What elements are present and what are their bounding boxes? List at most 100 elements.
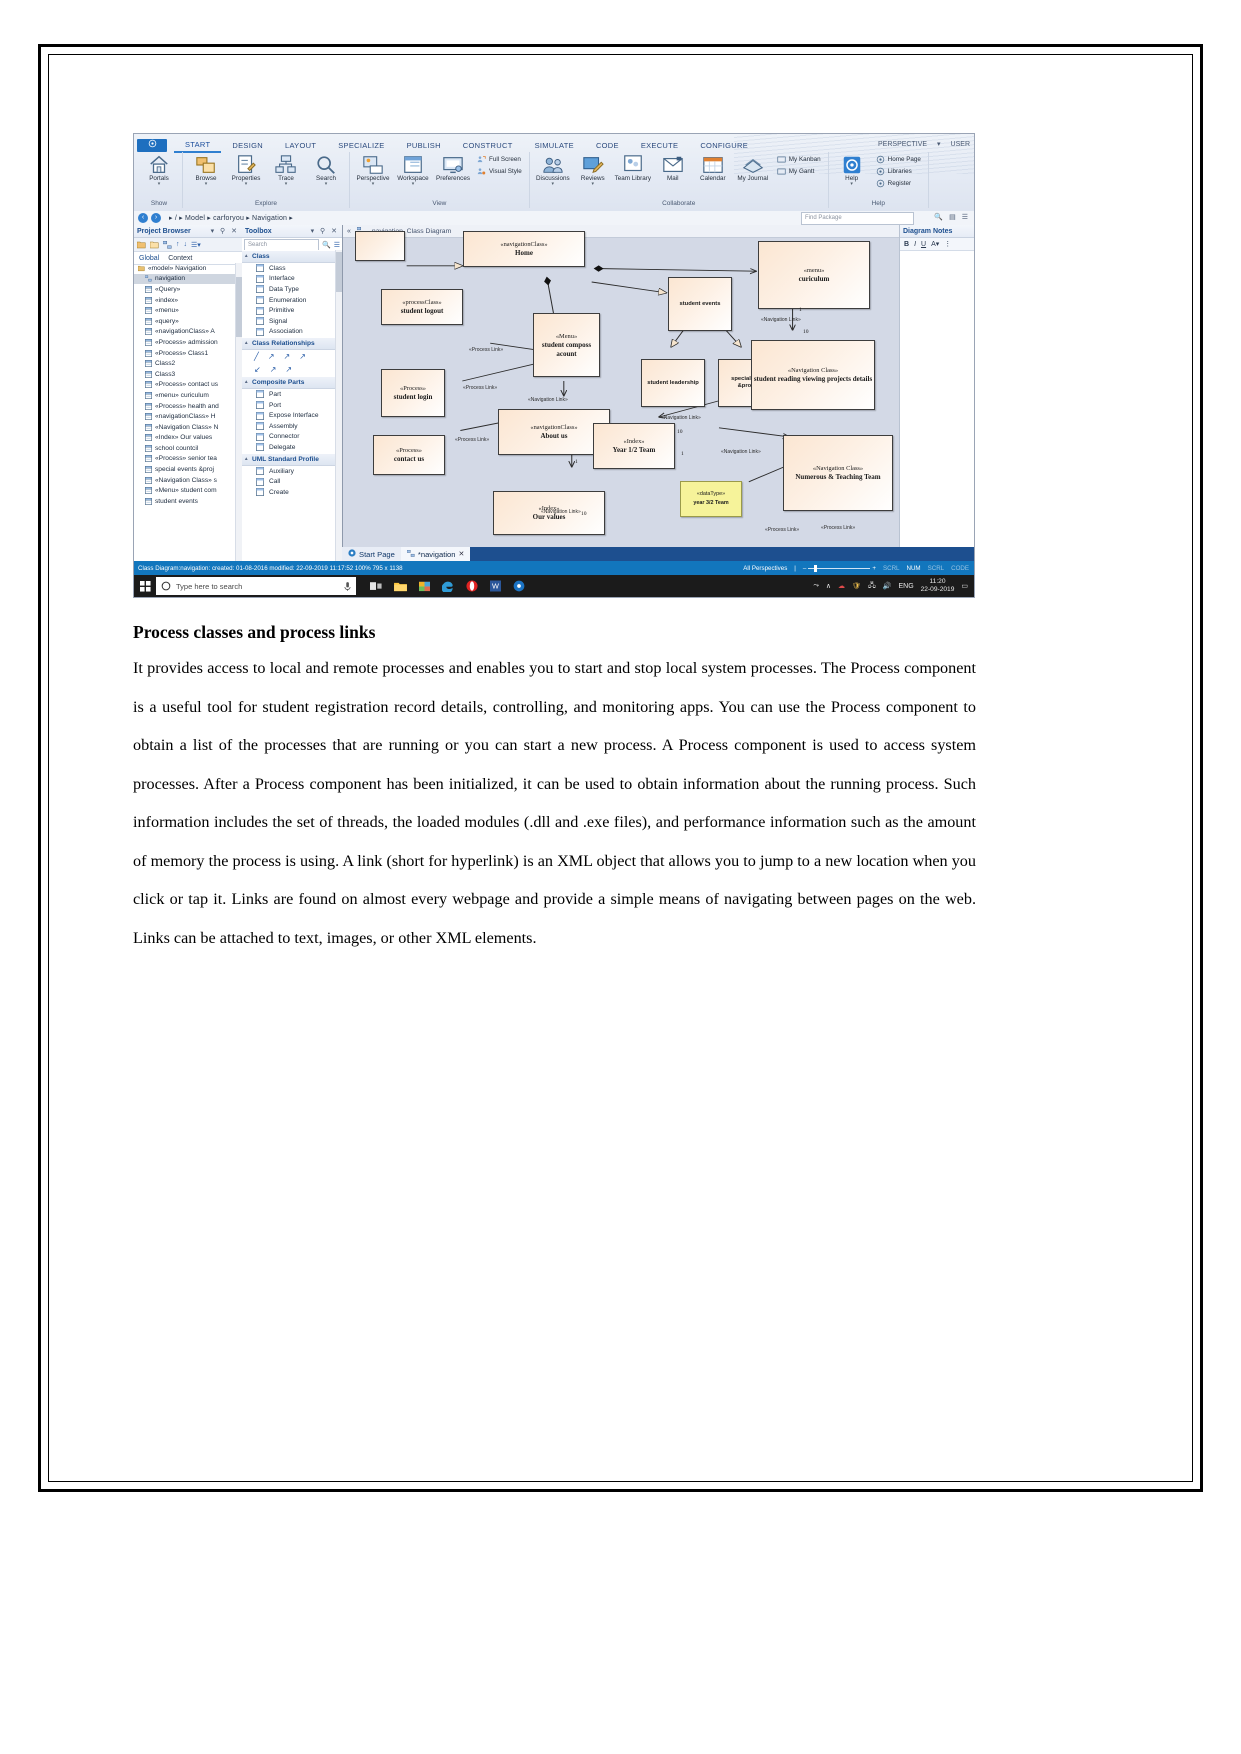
realize-icon[interactable]: ↗ (284, 352, 291, 361)
tree-item[interactable]: «navigationClass» A (134, 327, 242, 338)
chevron-down-icon[interactable]: ▾ (850, 182, 853, 187)
text-color-icon[interactable]: A▾ (931, 240, 939, 248)
ribbon-tab-start[interactable]: START (174, 138, 222, 153)
tree-item[interactable]: navigation (134, 273, 242, 285)
toolbox-scrollbar[interactable] (335, 250, 342, 561)
class-node-student-login[interactable]: «Process» student login (381, 369, 445, 417)
move-up-icon[interactable]: ↑ (176, 241, 180, 248)
ribbon-button-full-screen[interactable]: Full Screen (477, 155, 522, 164)
nesting-icon[interactable]: ↙ (254, 365, 261, 374)
toolbox-item[interactable]: Port (242, 400, 342, 411)
ribbon-button-reviews[interactable]: Reviews ▾ (573, 152, 613, 187)
toolbox-item[interactable]: Expose Interface (242, 410, 342, 421)
data-type-note-year-3-2-team[interactable]: «dataType» year 3/2 Team (680, 481, 742, 517)
ribbon-tab-design[interactable]: DESIGN (221, 139, 274, 152)
taskbar-search-input[interactable]: Type here to search (156, 577, 356, 595)
toolbox-group-header[interactable]: Composite Parts (242, 376, 342, 390)
ribbon-button-my-journal[interactable]: My Journal (733, 152, 773, 182)
nav-back-icon[interactable]: ‹ (138, 213, 148, 223)
toolbox-item[interactable]: Data Type (242, 284, 342, 295)
ribbon-tab-specialize[interactable]: SPECIALIZE (327, 139, 395, 152)
move-down-icon[interactable]: ↓ (184, 241, 188, 248)
tree-item[interactable]: «menu» (134, 305, 242, 316)
breadcrumb[interactable]: ▸ / ▸ Model ▸ carforyou ▸ Navigation ▸ (169, 214, 293, 222)
ribbon-tabs[interactable]: START DESIGN LAYOUT SPECIALIZE PUBLISH CONSTR… (174, 138, 759, 153)
toolbox-search-input[interactable]: Search (244, 238, 319, 251)
share-icon[interactable]: ⤳ (813, 582, 819, 590)
ribbon-button-my-gantt[interactable]: My Gantt (777, 167, 821, 176)
chevron-down-icon[interactable]: ▾ (158, 182, 161, 187)
toolbox-item[interactable]: Interface (242, 274, 342, 285)
antivirus-icon[interactable]: 🛡 (852, 582, 861, 590)
ribbon-button-preferences[interactable]: Preferences (433, 152, 473, 182)
class-node-numerous-teaching-team[interactable]: «Navigation Class» Numerous & Teaching T… (783, 435, 893, 511)
diagram-canvas[interactable]: « navigation. Class Diagram «navigationC… (342, 225, 900, 561)
system-tray[interactable]: ⤳ ∧ ☁ 🛡 🖧 🔊 ENG 11:20 22-09-2019 ▭ (813, 578, 974, 594)
ribbon-button-home-page[interactable]: Home Page (876, 155, 921, 164)
tree-item[interactable]: «Process» admission (134, 337, 242, 348)
perspective-area[interactable]: PERSPECTIVE ▾ USER (878, 140, 970, 149)
chevron-down-icon[interactable]: ▾ (205, 182, 208, 187)
ribbon-tab-simulate[interactable]: SIMULATE (524, 139, 585, 152)
zoom-slider[interactable]: – + (803, 564, 876, 572)
document-tabs[interactable]: Start Page *navigation ✕ (342, 547, 974, 561)
tree-item[interactable]: Class2 (134, 358, 242, 369)
project-tree[interactable]: «model» Navigation navigation «Query» «inde… (134, 263, 242, 561)
chevron-down-icon[interactable]: ▾ (245, 182, 248, 187)
ribbon-tab-configure[interactable]: CONFIGURE (689, 139, 759, 152)
project-browser-toolbar[interactable]: ↑ ↓ ☰▾ (134, 238, 242, 252)
taskbar-clock[interactable]: 11:20 22-09-2019 (921, 578, 955, 594)
more-icon[interactable]: ⋮ (944, 240, 951, 248)
toolbox-item[interactable]: Class (242, 263, 342, 274)
tree-item[interactable]: «index» (134, 295, 242, 306)
ribbon-button-browse[interactable]: Browse ▾ (186, 152, 226, 187)
toolbox-group-header[interactable]: Class Relationships (242, 337, 342, 351)
chevron-down-icon[interactable]: ▾ (592, 182, 595, 187)
ribbon-button-trace[interactable]: Trace ▾ (266, 152, 306, 187)
start-button-icon[interactable] (134, 580, 156, 592)
toolbox-body[interactable]: Class Class Interface Data Type Enumeration P… (242, 250, 342, 561)
ribbon-button-visual-style[interactable]: Visual Style (477, 167, 522, 176)
class-node-curiculum[interactable]: «menu» curiculum (758, 241, 870, 309)
tree-item[interactable]: «model» Navigation (134, 263, 242, 274)
menu-icon[interactable]: ☰ (962, 213, 968, 221)
panel-controls[interactable]: ▾ ⚲ ✕ (211, 227, 239, 235)
taskbar-apps[interactable]: W (370, 580, 525, 592)
ribbon-button-libraries[interactable]: Libraries (876, 167, 921, 176)
toolbox-item[interactable]: Part (242, 389, 342, 400)
ribbon-button-search[interactable]: Search ▾ (306, 152, 346, 187)
ribbon-button-properties[interactable]: Properties ▾ (226, 152, 266, 187)
project-browser-tab-context[interactable]: Context (168, 255, 192, 262)
open-package-icon[interactable] (149, 236, 159, 254)
nav-forward-icon[interactable]: › (151, 213, 161, 223)
collapse-icon[interactable]: « (347, 228, 351, 235)
zoom-track[interactable] (808, 564, 871, 572)
chevron-down-icon[interactable]: ▾ (325, 182, 328, 187)
italic-icon[interactable]: I (914, 241, 916, 248)
toolbox-item[interactable]: Association (242, 327, 342, 338)
class-node-top-left[interactable] (355, 231, 405, 261)
associate-icon[interactable]: ╱ (254, 352, 259, 361)
language-indicator[interactable]: ENG (898, 583, 913, 590)
notes-toolbar[interactable]: B I U A▾ ⋮ (900, 238, 974, 251)
notifications-icon[interactable]: ▭ (961, 582, 968, 590)
toolbox-group-header[interactable]: Class (242, 250, 342, 263)
toolbox-relationship-row[interactable]: ↙ ↗ ↗ (242, 363, 342, 376)
class-node-student-events[interactable]: student events (668, 277, 732, 331)
toolbox-item[interactable]: Call (242, 476, 342, 487)
diagram-icon[interactable] (162, 236, 172, 254)
bold-icon[interactable]: B (904, 241, 909, 248)
document-tab[interactable]: Start Page (342, 547, 401, 561)
class-node-student-composs-acount[interactable]: «Menu» student composs acount (533, 313, 600, 377)
tree-item[interactable]: «Navigation Class» s (134, 475, 242, 486)
user-label[interactable]: USER (951, 141, 970, 148)
class-node-student-reading-viewing[interactable]: «Navigation Class» student reading viewi… (751, 340, 875, 410)
zoom-out-button[interactable]: – (803, 565, 806, 572)
tree-item[interactable]: school countcil (134, 443, 242, 454)
project-tree-scrollbar[interactable] (235, 263, 242, 561)
panel-controls[interactable]: ▾ ⚲ ✕ (311, 227, 339, 235)
search-icon[interactable]: 🔍 (934, 213, 943, 221)
zoom-in-button[interactable]: + (872, 565, 876, 572)
underline-icon[interactable]: U (921, 241, 926, 248)
menu-icon[interactable]: ☰ (334, 241, 340, 249)
